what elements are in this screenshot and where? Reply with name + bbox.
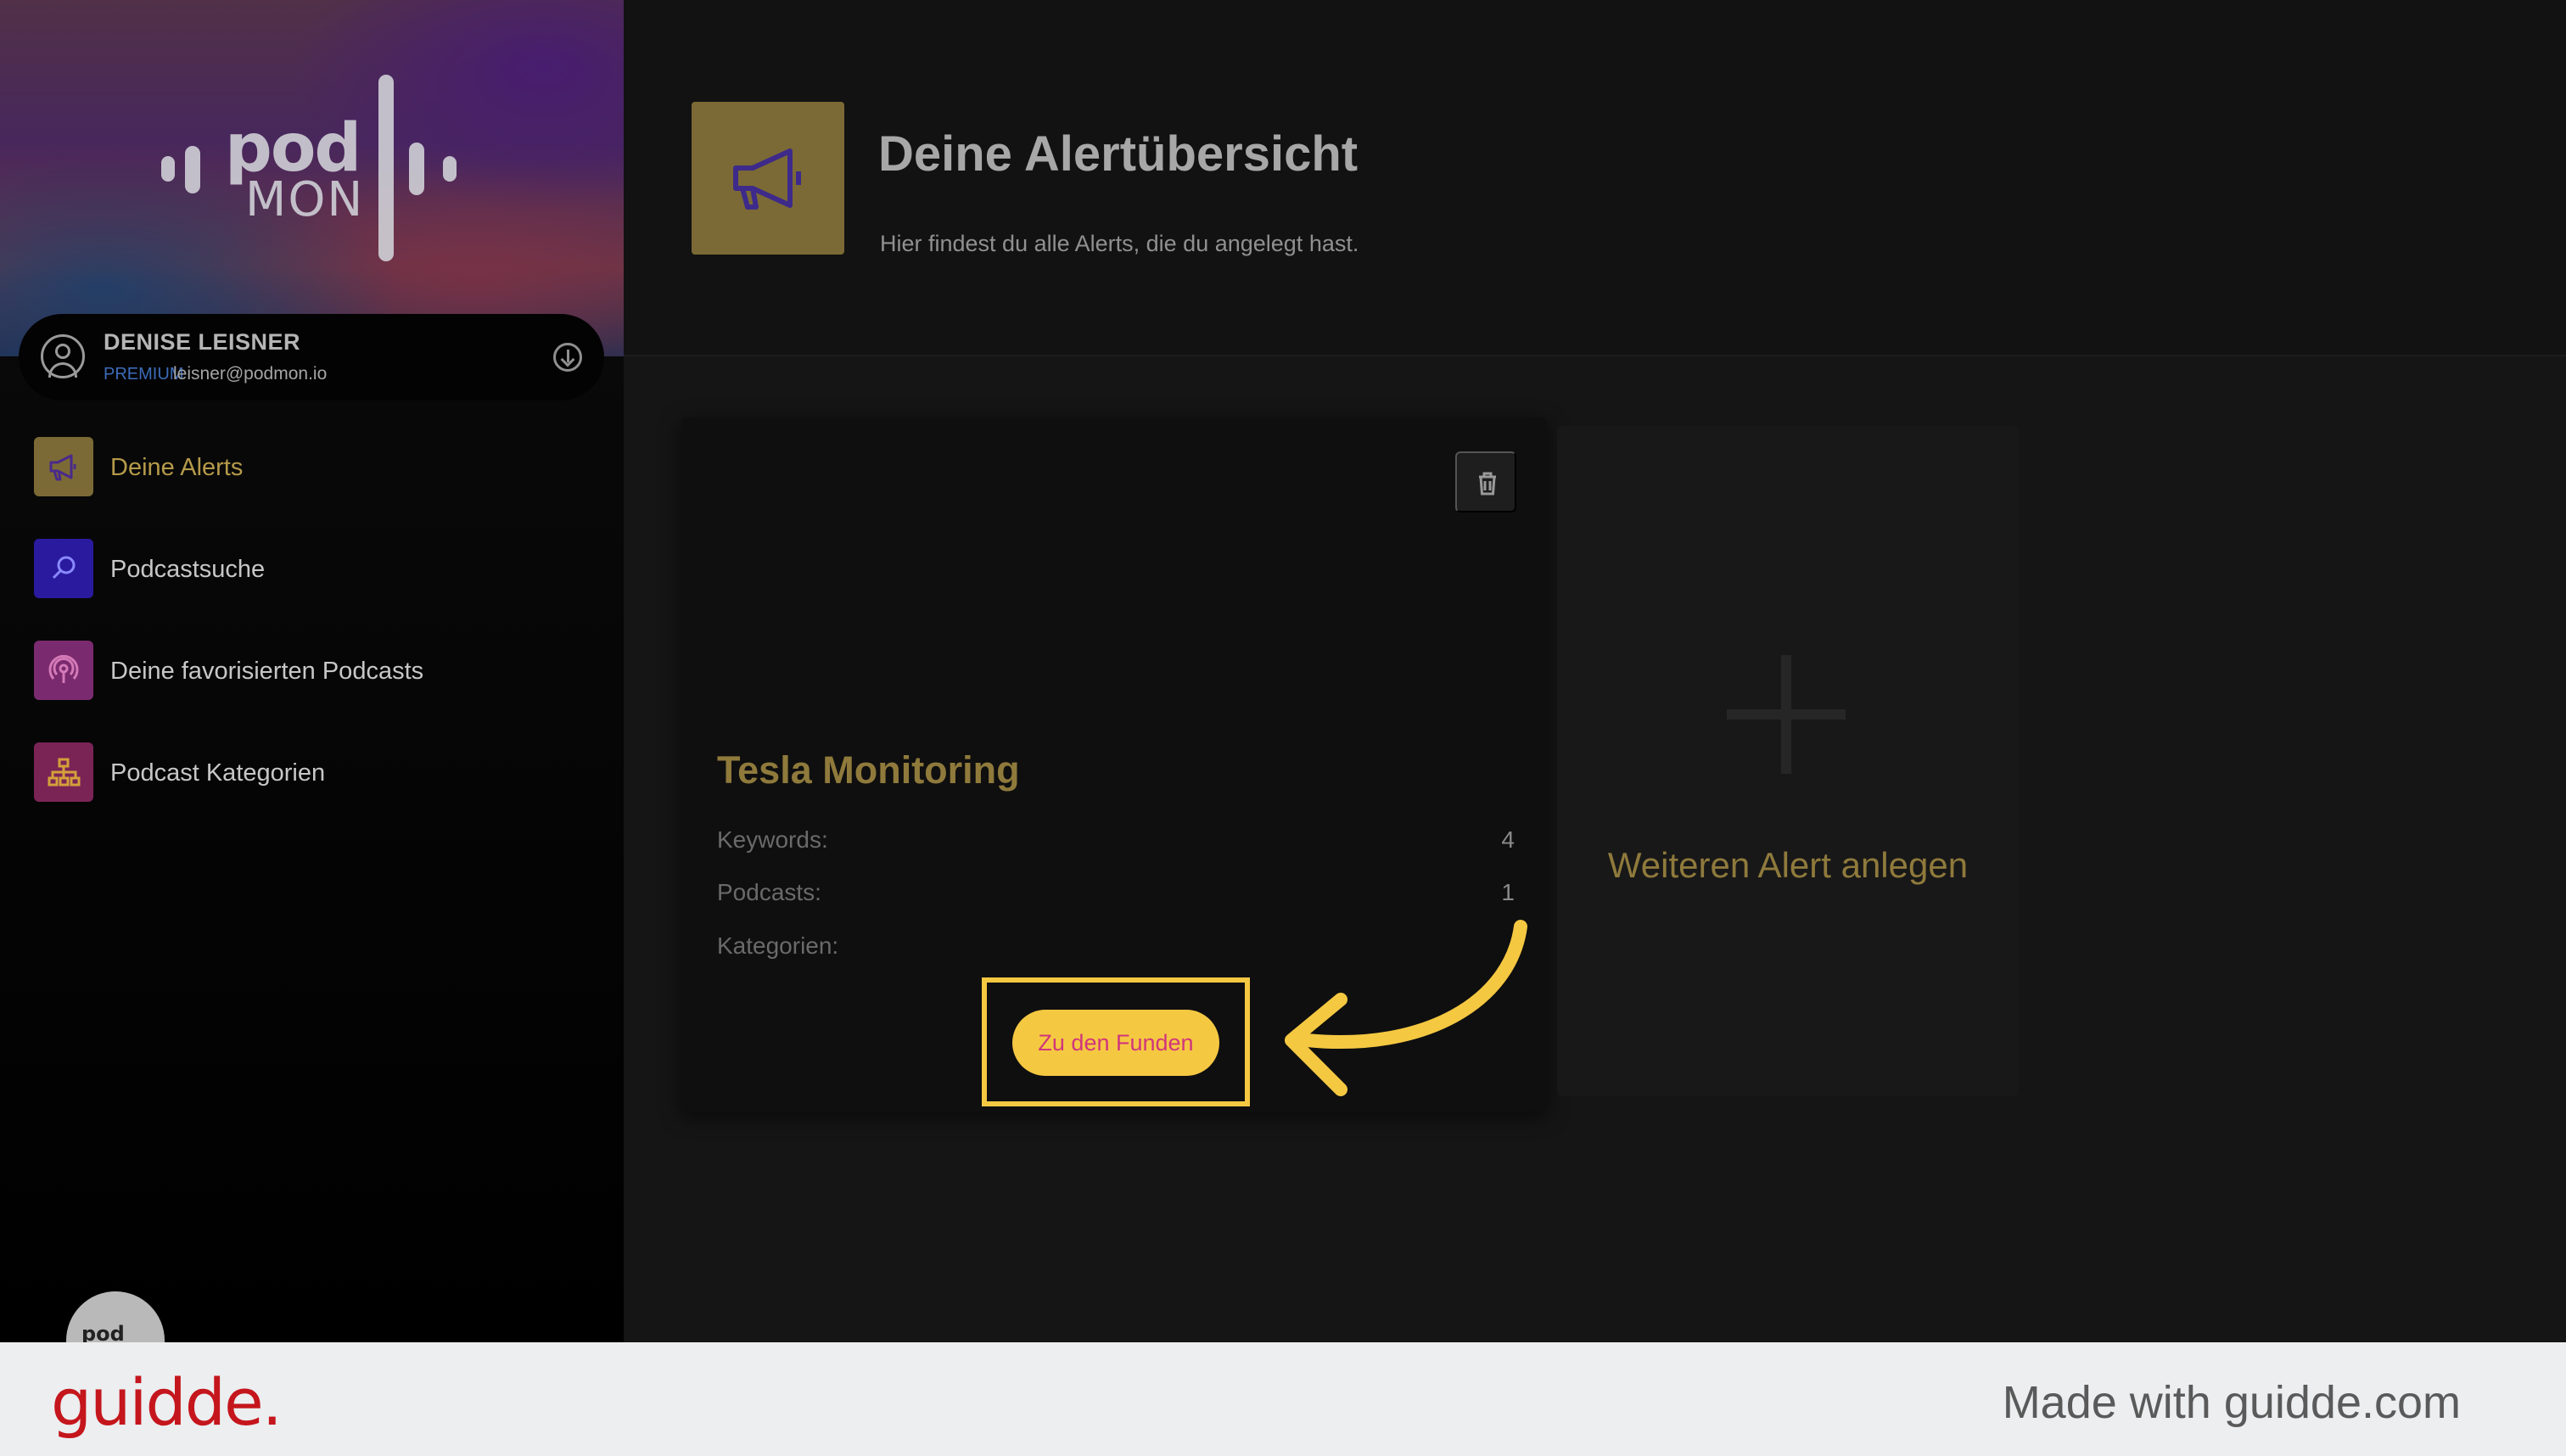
user-avatar-icon — [41, 334, 85, 378]
trash-icon — [1479, 472, 1496, 496]
sidebar-item-label: Podcast Kategorien — [110, 759, 326, 787]
megaphone-icon — [34, 437, 93, 496]
plus-icon[interactable] — [1727, 655, 1846, 774]
guidde-footer: guidde. Made with guidde.com — [0, 1342, 2566, 1456]
stat-keywords: Keywords: 4 — [717, 826, 1515, 854]
logo-wordmark-mon: MON — [245, 172, 365, 227]
megaphone-icon — [692, 102, 844, 255]
hierarchy-icon — [34, 742, 93, 802]
alert-title: Tesla Monitoring — [717, 748, 1020, 792]
sidebar-item-label: Deine favorisierten Podcasts — [110, 658, 424, 685]
sidebar-item-label: Deine Alerts — [110, 454, 244, 481]
user-tier-badge: PREMIUM — [104, 365, 184, 384]
new-alert-label[interactable]: Weiteren Alert anlegen — [1557, 845, 2019, 886]
page-header: Deine Alertübersicht Hier findest du all… — [624, 0, 2566, 356]
sidebar: pod MON DENISE LEISNER PREMIUM leisner@p… — [0, 0, 624, 1342]
to-findings-button[interactable]: Zu den Funden — [1012, 1010, 1219, 1076]
stat-label: Keywords: — [717, 826, 828, 853]
user-email: leisner@podmon.io — [173, 364, 328, 384]
stat-label: Podcasts: — [717, 879, 821, 905]
page-title: Deine Alertübersicht — [878, 126, 1359, 182]
user-profile-card[interactable]: DENISE LEISNER PREMIUM leisner@podmon.io — [19, 314, 604, 400]
page-subtitle: Hier findest du alle Alerts, die du ange… — [880, 231, 1359, 256]
user-name: DENISE LEISNER — [104, 329, 301, 355]
podmon-badge-logo: pod — [66, 1291, 165, 1342]
sidebar-item-alerts[interactable]: Deine Alerts — [34, 437, 585, 498]
badge-text: pod — [81, 1322, 125, 1342]
delete-alert-button[interactable] — [1455, 451, 1516, 512]
podmon-logo[interactable]: pod MON — [153, 75, 475, 265]
sidebar-item-label: Podcastsuche — [110, 556, 266, 583]
arrow-pointer-icon — [1285, 920, 1527, 1096]
search-icon — [34, 539, 93, 598]
podcast-icon — [34, 641, 93, 700]
made-with-text: Made with guidde.com — [2002, 1377, 2461, 1428]
download-icon[interactable] — [553, 343, 582, 372]
sidebar-item-favoriten[interactable]: Deine favorisierten Podcasts — [34, 641, 585, 702]
stat-label: Kategorien: — [717, 932, 839, 959]
stat-value: 4 — [1501, 826, 1515, 853]
sidebar-item-kategorien[interactable]: Podcast Kategorien — [34, 742, 585, 804]
sidebar-nav: Deine Alerts Podcastsuche Deine favorisi… — [34, 437, 585, 844]
sidebar-item-podcastsuche[interactable]: Podcastsuche — [34, 539, 585, 600]
guidde-logo[interactable]: guidde. — [51, 1364, 283, 1440]
main-content: Deine Alertübersicht Hier findest du all… — [624, 0, 2566, 1342]
